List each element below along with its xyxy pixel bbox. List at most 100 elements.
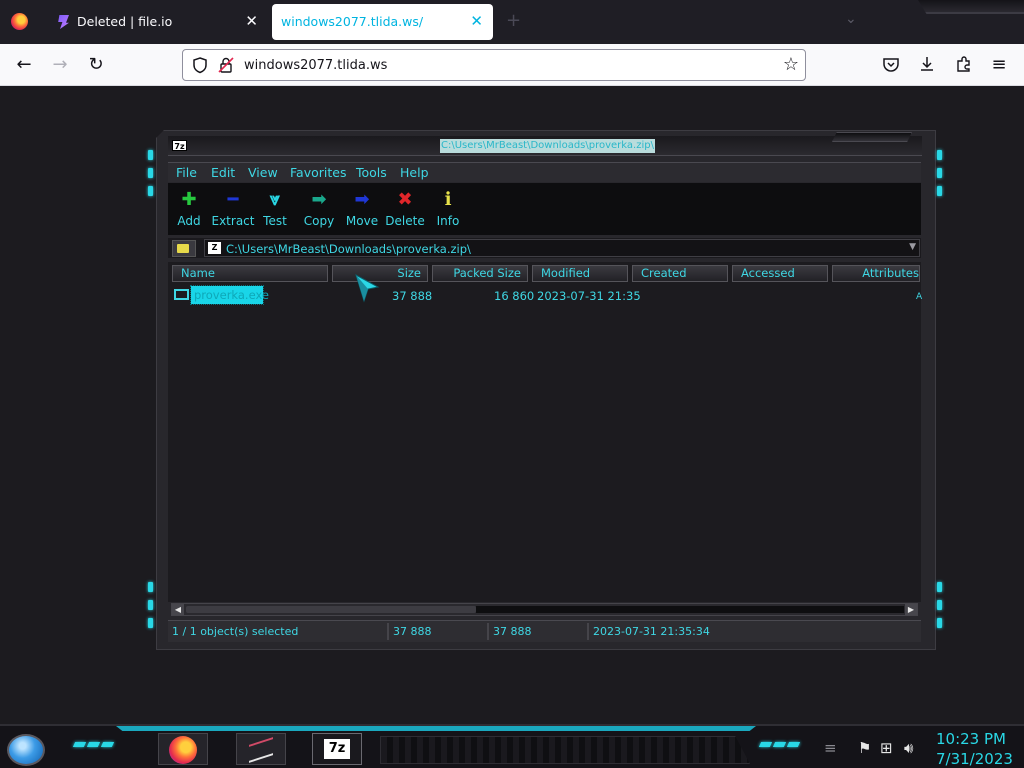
status-modified: 2023-07-31 21:35:34 <box>593 625 710 638</box>
reload-icon[interactable]: ↻ <box>83 52 109 78</box>
delete-x-icon: ✖ <box>397 189 413 210</box>
list-all-tabs-chevron-icon[interactable]: ⌄ <box>845 11 857 27</box>
start-orb-icon[interactable] <box>7 734 45 766</box>
frame-led <box>148 186 153 196</box>
status-selection: 1 / 1 object(s) selected <box>172 625 299 638</box>
extensions-icon[interactable] <box>955 55 973 73</box>
scroll-right-icon[interactable]: ▶ <box>905 604 917 615</box>
test-button[interactable]: ⩔ Test <box>253 189 297 228</box>
check-chevron-icon: ⩔ <box>269 189 281 210</box>
tab-title: windows2077.tlida.ws/ <box>281 14 424 29</box>
horizontal-scrollbar[interactable]: ◀ ▶ <box>171 603 918 616</box>
frame-led <box>148 168 153 178</box>
info-label: Info <box>436 214 460 228</box>
copy-label: Copy <box>303 214 335 228</box>
back-arrow-icon[interactable]: ← <box>11 52 37 78</box>
info-button[interactable]: ℹ Info <box>426 189 470 228</box>
volume-icon[interactable]: 🔊︎ <box>904 739 913 757</box>
file-name-cell: proverka.exe <box>190 285 269 305</box>
firefox-icon <box>169 736 197 764</box>
screen: Deleted | file.io ✕ windows2077.tlida.ws… <box>0 0 1024 768</box>
file-size-cell: 37 888 <box>392 289 433 303</box>
up-folder-button[interactable] <box>172 240 196 257</box>
taskbar-terminal-button[interactable] <box>236 733 286 765</box>
file-io-favicon-icon <box>58 15 69 29</box>
7z-app-icon[interactable]: 7z <box>172 140 187 151</box>
menu-help[interactable]: Help <box>400 165 429 180</box>
column-header-name[interactable]: Name <box>172 265 328 282</box>
network-icon[interactable]: ⊞ <box>880 739 893 757</box>
taskbar-7zip-button[interactable]: 7z <box>312 733 362 765</box>
clock-time[interactable]: 10:23 PM <box>936 730 1006 748</box>
tab-close-icon[interactable]: ✕ <box>245 12 258 30</box>
frame-led <box>148 150 153 160</box>
downloads-icon[interactable] <box>918 55 936 73</box>
move-button[interactable]: ➡ Move <box>340 189 384 228</box>
file-attributes-cell: A <box>916 292 923 302</box>
tracking-shield-icon[interactable] <box>191 56 209 74</box>
column-header-modified[interactable]: Modified <box>532 265 628 282</box>
status-bar: 1 / 1 object(s) selected 37 888 37 888 2… <box>168 620 921 642</box>
taskbar: 7z ≡ ⚑ ⊞ 🔊︎ 10:23 PM 7/31/2023 <box>0 724 1024 768</box>
address-path-field[interactable]: Z C:\Users\MrBeast\Downloads\proverka.zi… <box>204 239 920 257</box>
show-desktop-icon[interactable]: ≡ <box>824 739 837 757</box>
folder-up-icon <box>177 244 189 253</box>
address-path-text: C:\Users\MrBeast\Downloads\proverka.zip\ <box>226 242 471 256</box>
extract-button[interactable]: ━ Extract <box>211 189 255 228</box>
tab-close-icon[interactable]: ✕ <box>470 12 483 30</box>
menu-view[interactable]: View <box>248 165 278 180</box>
flag-icon[interactable]: ⚑ <box>858 739 871 757</box>
frame-led <box>937 582 942 592</box>
move-label: Move <box>345 214 379 228</box>
frame-led <box>937 618 942 628</box>
scroll-track[interactable] <box>476 606 904 613</box>
delete-label: Delete <box>385 214 425 228</box>
title-bar-decoration <box>832 132 912 142</box>
menu-edit[interactable]: Edit <box>211 165 235 180</box>
status-divider <box>487 623 489 640</box>
bookmark-star-icon[interactable]: ☆ <box>783 54 799 75</box>
move-arrow-icon: ➡ <box>354 189 370 210</box>
column-header-accessed[interactable]: Accessed <box>732 265 828 282</box>
add-label: Add <box>177 214 201 228</box>
column-header-created[interactable]: Created <box>632 265 728 282</box>
tab-windows2077[interactable]: windows2077.tlida.ws/ ✕ <box>272 4 493 40</box>
taskbar-firefox-button[interactable] <box>158 733 208 765</box>
address-bar: Z C:\Users\MrBeast\Downloads\proverka.zi… <box>168 238 921 258</box>
firefox-icon[interactable] <box>11 13 28 30</box>
menu-favorites[interactable]: Favorites <box>290 165 346 180</box>
frame-led <box>148 600 153 610</box>
window-controls-decoration <box>918 0 1024 14</box>
column-header-packed-size[interactable]: Packed Size <box>432 265 528 282</box>
taskbar-accent-bar <box>116 726 756 731</box>
copy-arrow-icon: ➡ <box>311 189 327 210</box>
menu-file[interactable]: File <box>176 165 197 180</box>
frame-led <box>937 150 942 160</box>
scroll-left-icon[interactable]: ◀ <box>172 604 184 615</box>
clock-date[interactable]: 7/31/2023 <box>936 750 1013 768</box>
file-list[interactable]: Name Size Packed Size Modified Created A… <box>168 262 923 602</box>
tab-file-io[interactable]: Deleted | file.io ✕ <box>44 4 270 40</box>
dropdown-arrow-icon[interactable]: ▼ <box>909 242 916 252</box>
frame-led <box>148 582 153 592</box>
column-header-attributes[interactable]: Attributes <box>832 265 920 282</box>
file-packed-size-cell: 16 860 <box>494 289 535 303</box>
copy-button[interactable]: ➡ Copy <box>297 189 341 228</box>
test-label: Test <box>263 214 287 228</box>
add-button[interactable]: ✚ Add <box>167 189 211 228</box>
taskbar-leds <box>72 742 115 747</box>
scroll-thumb[interactable] <box>186 606 476 613</box>
delete-button[interactable]: ✖ Delete <box>383 189 427 228</box>
menu-tools[interactable]: Tools <box>356 165 387 180</box>
browser-tab-bar: Deleted | file.io ✕ windows2077.tlida.ws… <box>0 0 1024 44</box>
url-text: windows2077.tlida.ws <box>244 58 388 73</box>
forward-arrow-icon[interactable]: → <box>47 52 73 78</box>
insecure-lock-icon[interactable] <box>217 56 235 74</box>
new-tab-button[interactable]: + <box>506 10 521 31</box>
column-header-size[interactable]: Size <box>332 265 428 282</box>
pocket-icon[interactable] <box>882 56 900 74</box>
file-modified-cell: 2023-07-31 21:35 <box>537 289 641 303</box>
menu-bar: File Edit View Favorites Tools Help <box>168 162 921 182</box>
hamburger-menu-icon[interactable]: ≡ <box>986 52 1012 78</box>
url-bar[interactable]: windows2077.tlida.ws ☆ <box>182 49 806 81</box>
